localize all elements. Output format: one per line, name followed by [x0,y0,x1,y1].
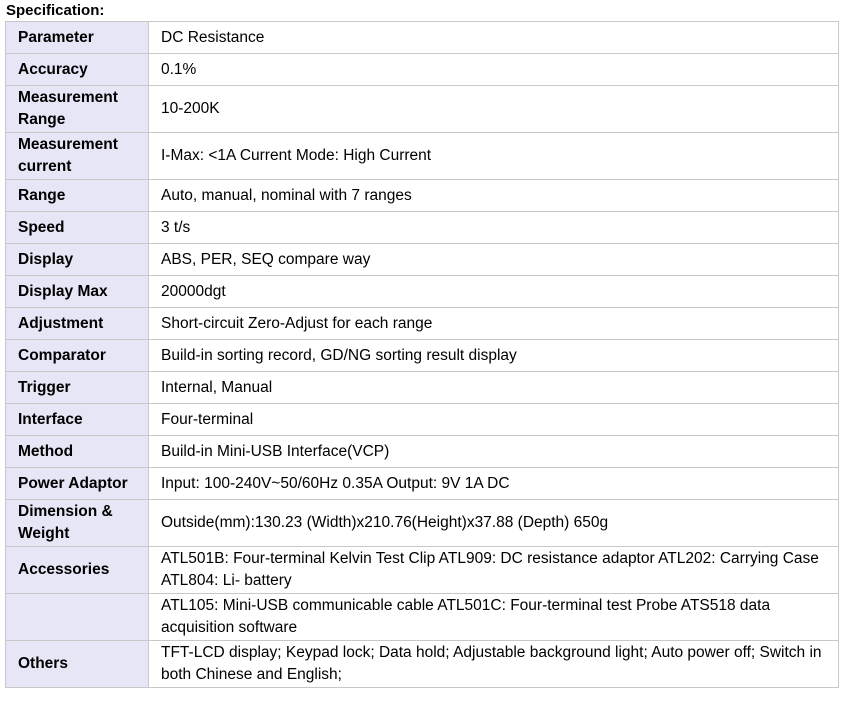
parameter-cell: Comparator [5,339,149,372]
table-row: Comparator Build-in sorting record, GD/N… [5,339,839,372]
value-cell: DC Resistance [148,21,839,54]
page-title: Specification: [6,2,105,19]
value-cell: TFT-LCD display; Keypad lock; Data hold;… [148,640,839,688]
table-row: Accuracy 0.1% [5,53,839,86]
value-cell: 3 t/s [148,211,839,244]
table-row: Dimension & Weight Outside(mm):130.23 (W… [5,499,839,547]
table-row: Method Build-in Mini-USB Interface(VCP) [5,435,839,468]
value-cell: Short-circuit Zero-Adjust for each range [148,307,839,340]
parameter-cell: Parameter [5,21,149,54]
value-cell: ATL501B: Four-terminal Kelvin Test Clip … [148,546,839,594]
table-row: Adjustment Short-circuit Zero-Adjust for… [5,307,839,340]
specification-table: Parameter DC Resistance Accuracy 0.1% Me… [5,21,839,688]
value-cell: Auto, manual, nominal with 7 ranges [148,179,839,212]
value-cell: 10-200K [148,85,839,133]
parameter-cell [5,593,149,641]
table-row: Trigger Internal, Manual [5,371,839,404]
parameter-cell: Adjustment [5,307,149,340]
table-row: ATL105: Mini-USB communicable cable ATL5… [5,593,839,641]
value-cell: Outside(mm):130.23 (Width)x210.76(Height… [148,499,839,547]
parameter-cell: Display [5,243,149,276]
table-row: Measurement current I-Max: <1A Current M… [5,132,839,180]
parameter-cell: Accuracy [5,53,149,86]
value-cell: 20000dgt [148,275,839,308]
value-cell: ATL105: Mini-USB communicable cable ATL5… [148,593,839,641]
table-row: Display Max 20000dgt [5,275,839,308]
value-cell: I-Max: <1A Current Mode: High Current [148,132,839,180]
table-row: Others TFT-LCD display; Keypad lock; Dat… [5,640,839,688]
table-row: Measurement Range 10-200K [5,85,839,133]
value-cell: ABS, PER, SEQ compare way [148,243,839,276]
value-cell: 0.1% [148,53,839,86]
parameter-cell: Range [5,179,149,212]
parameter-cell: Dimension & Weight [5,499,149,547]
parameter-cell: Measurement Range [5,85,149,133]
value-cell: Input: 100-240V~50/60Hz 0.35A Output: 9V… [148,467,839,500]
table-row: Range Auto, manual, nominal with 7 range… [5,179,839,212]
parameter-cell: Speed [5,211,149,244]
parameter-cell: Power Adaptor [5,467,149,500]
table-row: Display ABS, PER, SEQ compare way [5,243,839,276]
parameter-cell: Others [5,640,149,688]
table-row: Speed 3 t/s [5,211,839,244]
parameter-cell: Interface [5,403,149,436]
parameter-cell: Accessories [5,546,149,594]
table-row: Accessories ATL501B: Four-terminal Kelvi… [5,546,839,594]
parameter-cell: Method [5,435,149,468]
parameter-cell: Display Max [5,275,149,308]
value-cell: Internal, Manual [148,371,839,404]
table-row: Interface Four-terminal [5,403,839,436]
parameter-cell: Trigger [5,371,149,404]
value-cell: Build-in sorting record, GD/NG sorting r… [148,339,839,372]
parameter-cell: Measurement current [5,132,149,180]
table-row: Power Adaptor Input: 100-240V~50/60Hz 0.… [5,467,839,500]
value-cell: Build-in Mini-USB Interface(VCP) [148,435,839,468]
value-cell: Four-terminal [148,403,839,436]
table-row: Parameter DC Resistance [5,21,839,54]
